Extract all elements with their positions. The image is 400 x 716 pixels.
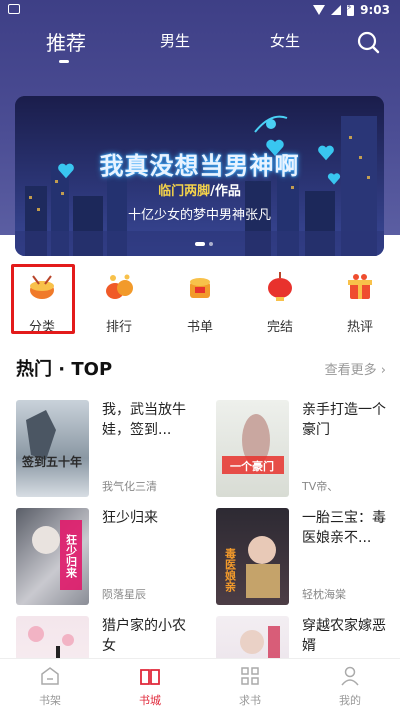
tab-male[interactable]: 男生 bbox=[160, 30, 190, 51]
hot-section-header: 热门 · TOP 查看更多 › bbox=[16, 355, 386, 381]
cover-title: 毒医娘亲 bbox=[224, 547, 237, 593]
chevron-right-icon: › bbox=[380, 363, 386, 378]
book-title: 一胎三宝：毒医娘亲不... bbox=[302, 510, 386, 546]
book-title: 穿越农家嫁恶婿 bbox=[302, 618, 386, 654]
battery-icon bbox=[346, 3, 355, 16]
book-title: 我，武当放牛娃，签到... bbox=[102, 402, 186, 438]
cupid-icon bbox=[254, 115, 288, 133]
book-card[interactable]: 狂少归来 狂少归来 陨落星辰 bbox=[16, 508, 196, 608]
book-author: TV帝、 bbox=[302, 480, 339, 493]
carousel-dot[interactable] bbox=[209, 242, 213, 246]
carousel-dots bbox=[195, 242, 213, 246]
book-author: 我气化三清 bbox=[102, 480, 157, 493]
quick-nav-label: 完结 bbox=[266, 320, 293, 335]
active-tab-indicator bbox=[59, 60, 69, 63]
book-card[interactable]: 一个豪门 亲手打造一个豪门 TV帝、 bbox=[216, 400, 396, 500]
quick-nav-ranking[interactable]: 排行 bbox=[87, 270, 151, 335]
banner-title: 我真没想当男神啊 bbox=[99, 152, 300, 180]
bottom-nav-bookshelf[interactable]: 书架 bbox=[20, 665, 80, 708]
bottom-nav-bookstore[interactable]: 书城 bbox=[120, 665, 180, 708]
cover-title: 签到五十年 bbox=[21, 454, 82, 469]
promo-banner[interactable]: 我真没想当男神啊 临门两脚/作品 十亿少女的梦中男神张凡 bbox=[15, 96, 384, 256]
search-icon[interactable] bbox=[356, 30, 380, 54]
book-card[interactable]: 毒医娘亲 一胎三宝：毒医娘亲不... 轻枕海棠 bbox=[216, 508, 396, 608]
banner-author-suffix: /作品 bbox=[210, 184, 241, 199]
tab-recommend[interactable]: 推荐 bbox=[46, 27, 86, 56]
cover-art: 狂少归来 bbox=[32, 520, 82, 590]
see-more-link[interactable]: 查看更多 › bbox=[325, 359, 386, 378]
tab-female[interactable]: 女生 bbox=[270, 30, 300, 51]
quick-nav-label: 排行 bbox=[105, 320, 132, 335]
quick-nav-booklist[interactable]: 书单 bbox=[168, 270, 232, 335]
highlight-box bbox=[11, 264, 75, 334]
cover-title: 狂少归来 bbox=[65, 533, 79, 579]
banner-author-name: 临门两脚 bbox=[158, 184, 211, 199]
banner-tagline: 十亿少女的梦中男神张凡 bbox=[127, 208, 271, 223]
bottom-nav-label: 我的 bbox=[339, 694, 361, 707]
book-cover: 一个豪门 bbox=[216, 400, 289, 497]
book-title: 亲手打造一个豪门 bbox=[302, 402, 386, 438]
notification-icon bbox=[8, 4, 20, 14]
cover-title: 一个豪门 bbox=[230, 459, 274, 473]
bottom-nav-request[interactable]: 求书 bbox=[220, 665, 280, 708]
quick-nav-label: 热评 bbox=[346, 320, 373, 335]
person-icon bbox=[341, 666, 359, 686]
bookshelf-icon bbox=[41, 667, 59, 685]
gift-box-icon bbox=[348, 274, 372, 299]
signal-icon bbox=[331, 5, 342, 15]
book-cover: 狂少归来 bbox=[16, 508, 89, 605]
cover-art: 一个豪门 bbox=[222, 414, 284, 474]
bottom-nav-profile[interactable]: 我的 bbox=[320, 665, 380, 708]
cover-art: 签到五十年 bbox=[21, 410, 82, 469]
quick-nav-hot-reviews[interactable]: 热评 bbox=[328, 270, 392, 335]
see-more-label: 查看更多 bbox=[324, 363, 377, 378]
book-title: 猎户家的小农女 bbox=[102, 618, 186, 654]
lantern-icon bbox=[268, 272, 292, 301]
drum-list-icon bbox=[190, 278, 210, 298]
book-cover: 签到五十年 bbox=[16, 400, 89, 497]
open-book-icon bbox=[140, 669, 160, 685]
wifi-icon bbox=[313, 5, 326, 15]
bottom-nav-label: 书城 bbox=[139, 694, 161, 707]
quick-nav-label: 书单 bbox=[186, 320, 213, 335]
bottom-nav-label: 求书 bbox=[239, 694, 261, 707]
banner-author: 临门两脚/作品 bbox=[15, 180, 384, 199]
carousel-dot[interactable] bbox=[195, 242, 205, 246]
book-author: 轻枕海棠 bbox=[302, 588, 346, 601]
status-bar: 9:03 bbox=[0, 0, 400, 22]
bottom-nav-label: 书架 bbox=[39, 694, 61, 707]
gift-icon bbox=[106, 274, 133, 299]
cover-art: 毒医娘亲 bbox=[224, 536, 280, 598]
bottom-nav: 书架 书城 求书 我的 bbox=[0, 658, 400, 713]
top-tabs: 推荐 男生 女生 bbox=[0, 22, 400, 72]
quick-nav-completed[interactable]: 完结 bbox=[248, 270, 312, 335]
book-title: 狂少归来 bbox=[102, 510, 158, 526]
book-cover: 毒医娘亲 bbox=[216, 508, 289, 605]
status-time: 9:03 bbox=[360, 3, 390, 17]
grid-icon bbox=[241, 667, 259, 685]
section-title: 热门 · TOP bbox=[16, 359, 113, 380]
book-author: 陨落星辰 bbox=[102, 588, 146, 601]
book-card[interactable]: 签到五十年 我，武当放牛娃，签到... 我气化三清 bbox=[16, 400, 196, 500]
